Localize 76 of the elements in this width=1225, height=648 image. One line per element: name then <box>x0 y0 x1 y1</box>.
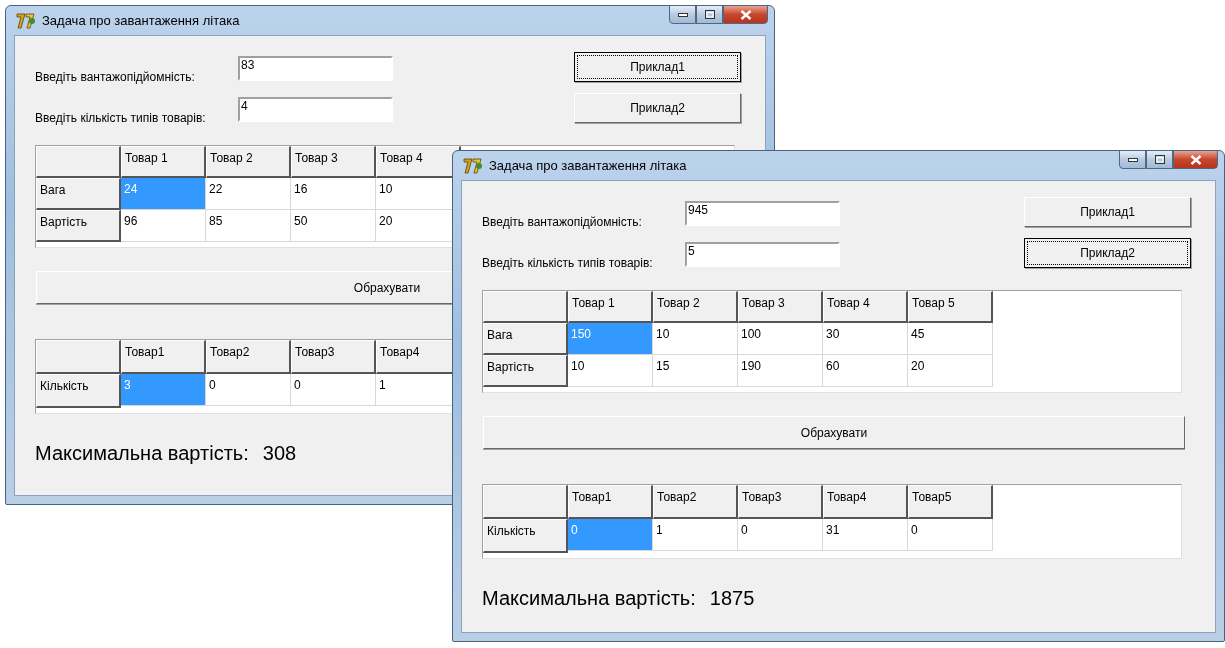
table-cell[interactable]: 10 <box>568 355 653 387</box>
table-cell[interactable]: 96 <box>121 210 206 242</box>
minimize-icon <box>677 12 688 17</box>
window-title: Задача про завантаження літака <box>489 158 687 173</box>
field-label: Введіть кількість типів товарів: <box>482 256 654 270</box>
table-cell[interactable]: 60 <box>823 355 908 387</box>
row-header[interactable]: Кількість <box>483 519 568 553</box>
column-header[interactable]: Товар 3 <box>738 291 823 323</box>
column-header[interactable]: Товар4 <box>823 485 908 519</box>
row-header[interactable]: Вартість <box>36 210 121 242</box>
table-cell[interactable]: 16 <box>291 178 376 210</box>
table-cell[interactable]: 0 <box>738 519 823 551</box>
field-label: Введіть вантажопідйомність: <box>482 215 643 229</box>
minimize-button[interactable] <box>1119 150 1146 169</box>
column-header[interactable]: Товар 2 <box>653 291 738 323</box>
result-label: Максимальна вартість: <box>35 442 249 465</box>
result-label: Максимальна вартість: <box>482 587 696 610</box>
app-icon <box>16 11 36 30</box>
minimize-icon <box>1127 157 1138 162</box>
close-icon <box>1189 154 1202 165</box>
table-cell[interactable]: 1 <box>653 519 738 551</box>
row-header[interactable]: Вага <box>36 178 121 210</box>
column-header[interactable]: Товар3 <box>291 340 376 374</box>
window-title: Задача про завантаження літака <box>42 13 240 28</box>
table-cell[interactable]: 30 <box>823 323 908 355</box>
column-header[interactable]: Товар 5 <box>908 291 993 323</box>
column-header[interactable]: Товар 2 <box>206 146 291 178</box>
input-field[interactable]: 4 <box>238 97 393 122</box>
example-button[interactable]: Приклад2 <box>574 93 741 123</box>
close-button[interactable] <box>723 5 768 24</box>
column-header[interactable]: Товар3 <box>738 485 823 519</box>
column-header[interactable]: Товар1 <box>568 485 653 519</box>
table-cell[interactable]: 100 <box>738 323 823 355</box>
table-cell[interactable]: 10 <box>653 323 738 355</box>
column-header[interactable]: Товар 3 <box>291 146 376 178</box>
table-cell[interactable]: 0 <box>206 374 291 406</box>
maximize-icon <box>1154 155 1165 164</box>
example-button[interactable]: Приклад1 <box>1024 197 1191 227</box>
input-field[interactable]: 945 <box>685 201 840 226</box>
table-cell[interactable]: 85 <box>206 210 291 242</box>
field-label: Введіть кількість типів товарів: <box>35 111 207 125</box>
minimize-button[interactable] <box>669 5 696 24</box>
example-button[interactable]: Приклад1 <box>574 52 741 82</box>
app-icon <box>463 156 483 175</box>
field-label: Введіть вантажопідйомність: <box>35 70 196 84</box>
result-value: 1875 <box>709 587 755 610</box>
input-field[interactable]: 83 <box>238 56 393 81</box>
example-button[interactable]: Приклад2 <box>1024 238 1191 268</box>
table-cell[interactable]: 45 <box>908 323 993 355</box>
column-header[interactable]: Товар5 <box>908 485 993 519</box>
column-header[interactable]: Товар1 <box>121 340 206 374</box>
table-cell[interactable]: 190 <box>738 355 823 387</box>
column-header[interactable]: Товар 1 <box>121 146 206 178</box>
close-button[interactable] <box>1173 150 1218 169</box>
column-header[interactable]: Товар 4 <box>823 291 908 323</box>
close-icon <box>739 9 752 20</box>
column-header[interactable]: Товар2 <box>206 340 291 374</box>
row-header[interactable]: Кількість <box>36 374 121 408</box>
input-field[interactable]: 5 <box>685 242 840 267</box>
table-cell[interactable]: 50 <box>291 210 376 242</box>
row-header[interactable]: Вага <box>483 323 568 355</box>
table-cell[interactable]: 0 <box>291 374 376 406</box>
table-cell[interactable]: 20 <box>908 355 993 387</box>
table-cell[interactable]: 0 <box>908 519 993 551</box>
calculate-button[interactable]: Обрахувати <box>483 416 1185 449</box>
column-header[interactable]: Товар2 <box>653 485 738 519</box>
maximize-icon <box>704 10 715 19</box>
result-value: 308 <box>262 442 297 465</box>
table-cell[interactable]: 22 <box>206 178 291 210</box>
column-header[interactable]: Товар 1 <box>568 291 653 323</box>
table-cell[interactable]: 15 <box>653 355 738 387</box>
row-header[interactable]: Вартість <box>483 355 568 387</box>
maximize-button[interactable] <box>1146 150 1173 169</box>
table-cell[interactable]: 31 <box>823 519 908 551</box>
column-header[interactable]: Товар 4 <box>376 146 461 178</box>
maximize-button[interactable] <box>696 5 723 24</box>
